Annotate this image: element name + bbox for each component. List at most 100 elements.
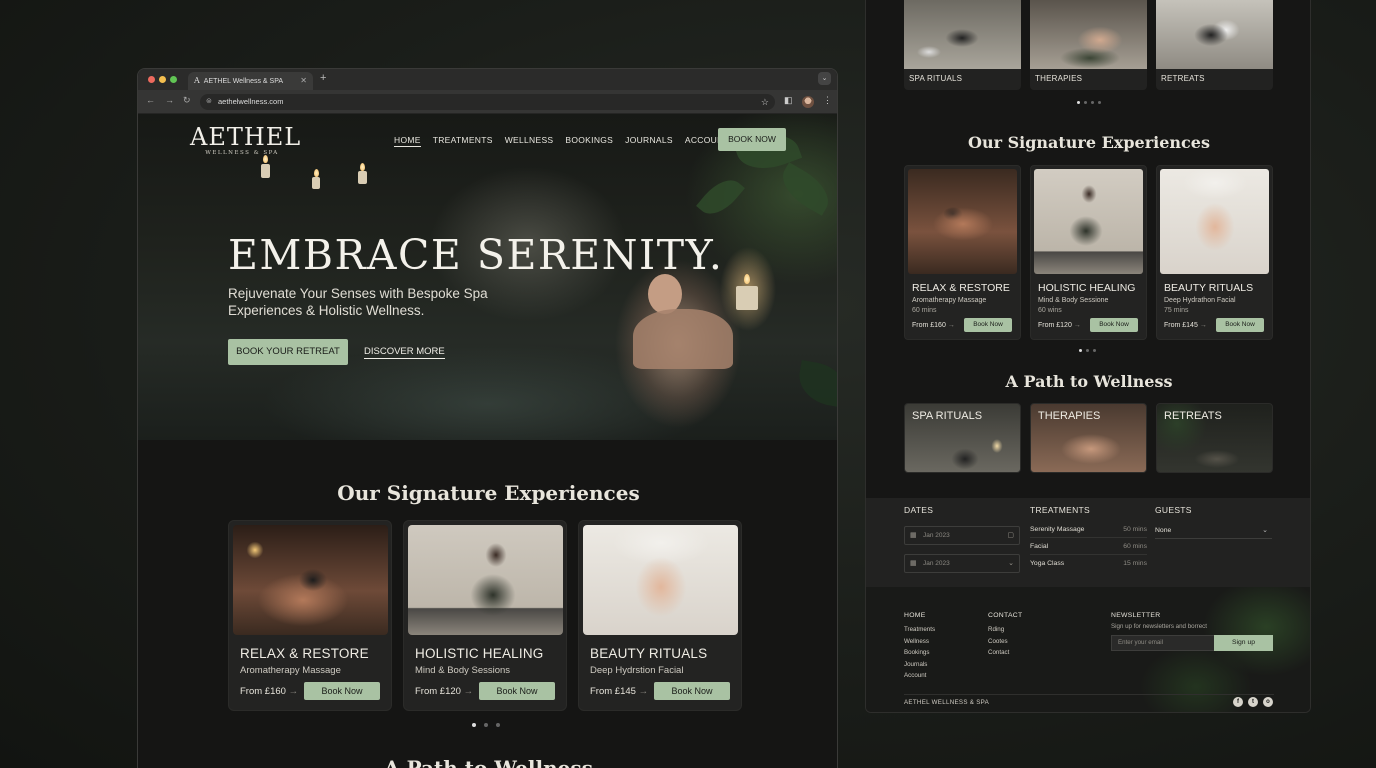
carousel-dot[interactable] <box>1086 349 1089 352</box>
site-logo[interactable]: AETHEL WELLNESS & SPA <box>190 123 302 156</box>
logo-wordmark: AETHEL <box>190 123 302 151</box>
end-date-field[interactable]: ▦ Jan 2023 ⌄ <box>904 554 1020 573</box>
card-price: From £145 → <box>590 686 649 697</box>
carousel-dot[interactable] <box>472 723 476 727</box>
path-tile-retreats[interactable]: RETREATS <box>1156 403 1273 473</box>
browser-tab[interactable]: A AETHEL Wellness & SPA ✕ <box>188 72 313 90</box>
card-duration: 75 mins <box>1164 307 1189 314</box>
nav-wellness[interactable]: WELLNESS <box>505 135 554 147</box>
signature-section-title: Our Signature Experiences <box>968 133 1210 152</box>
carousel-dot[interactable] <box>496 723 500 727</box>
guests-select[interactable]: None ⌄ <box>1155 522 1272 539</box>
tab-search-icon[interactable]: ⌄ <box>818 72 831 85</box>
profile-avatar[interactable] <box>802 96 814 108</box>
calendar-icon: ▦ <box>910 560 917 567</box>
category-card[interactable]: SPA RITUALS <box>904 0 1021 90</box>
facebook-icon[interactable]: f <box>1233 697 1243 707</box>
carousel-dot[interactable] <box>1098 101 1101 104</box>
nav-journals[interactable]: JOURNALS <box>625 135 673 147</box>
card-subtitle: Mind & Body Sessions <box>415 665 511 676</box>
new-tab-button[interactable]: + <box>320 72 326 84</box>
nav-home[interactable]: HOME <box>394 135 421 147</box>
maximize-window-icon[interactable] <box>170 76 177 83</box>
card-price: From £160 → <box>240 686 299 697</box>
path-tile-spa-rituals[interactable]: SPA RITUALS <box>904 403 1021 473</box>
plant-leaf-image <box>696 171 745 223</box>
treatment-option[interactable]: Serenity Massage 50 mins <box>1030 521 1147 538</box>
card-price: From £145 → <box>1164 322 1207 329</box>
start-date-value: Jan 2023 <box>923 532 950 539</box>
book-now-button[interactable]: Book Now <box>304 682 380 700</box>
card-subtitle: Deep Hydrathon Facial <box>1164 297 1236 304</box>
carousel-dot[interactable] <box>1084 101 1087 104</box>
close-tab-icon[interactable]: ✕ <box>300 72 307 90</box>
kebab-menu-icon[interactable]: ⋮ <box>823 95 832 106</box>
footer-link[interactable]: Journals <box>904 659 935 671</box>
bookmark-star-icon[interactable]: ☆ <box>761 94 769 110</box>
footer-link[interactable]: Wellness <box>904 636 935 648</box>
spa-stones-image <box>904 0 1021 69</box>
footer-link[interactable]: Cootes <box>988 636 1009 648</box>
newsletter-subtitle: Sign up for newsletters and borrect <box>1111 623 1207 630</box>
nav-treatments[interactable]: TREATMENTS <box>433 135 493 147</box>
treatment-duration: 15 mins <box>1123 560 1147 567</box>
treatment-name: Yoga Class <box>1030 560 1065 567</box>
footer-link[interactable]: Account <box>904 670 935 682</box>
carousel-dot[interactable] <box>484 723 488 727</box>
treatment-option[interactable]: Facial 60 mins <box>1030 538 1147 555</box>
meditation-pose-image <box>408 525 563 635</box>
treatment-option[interactable]: Yoga Class 15 mins <box>1030 555 1147 572</box>
carousel-dots <box>1079 349 1096 352</box>
candle-image <box>312 177 320 189</box>
twitter-icon[interactable]: t <box>1248 697 1258 707</box>
experience-card: RELAX & RESTORE Aromatherapy Massage Fro… <box>228 520 392 711</box>
carousel-dot[interactable] <box>1079 349 1082 352</box>
discover-more-link[interactable]: DISCOVER MORE <box>364 346 445 359</box>
book-now-button[interactable]: Book Now <box>1216 318 1264 332</box>
footer-home-links: Treatments Wellness Bookings Journals Ac… <box>904 624 935 682</box>
card-subtitle: Mind & Body Sessione <box>1038 297 1109 304</box>
tab-title: AETHEL Wellness & SPA <box>203 78 284 85</box>
footer-link[interactable]: Rding <box>988 624 1009 636</box>
book-now-button[interactable]: Book Now <box>1090 318 1138 332</box>
newsletter-email-input[interactable]: Enter your email <box>1111 635 1215 651</box>
back-icon[interactable]: ← <box>146 95 155 105</box>
minimize-window-icon[interactable] <box>159 76 166 83</box>
footer-home-heading[interactable]: HOME <box>904 612 926 619</box>
carousel-dot[interactable] <box>1093 349 1096 352</box>
card-title: RELAX & RESTORE <box>240 646 369 661</box>
book-now-button[interactable]: Book Now <box>479 682 555 700</box>
nav-book-now-button[interactable]: BOOK NOW <box>718 128 786 151</box>
newsletter-signup-button[interactable]: Sign up <box>1214 635 1273 651</box>
forward-icon[interactable]: → <box>165 95 174 105</box>
footer-link[interactable]: Bookings <box>904 647 935 659</box>
book-now-button[interactable]: Book Now <box>964 318 1012 332</box>
category-label: RETREATS <box>1161 74 1205 83</box>
instagram-icon[interactable]: o <box>1263 697 1273 707</box>
footer-link[interactable]: Contact <box>988 647 1009 659</box>
card-title: HOLISTIC HEALING <box>415 646 544 661</box>
treatment-duration: 60 mins <box>1123 543 1147 550</box>
reload-icon[interactable]: ↻ <box>183 95 191 106</box>
guests-value: None <box>1155 527 1172 534</box>
site-info-icon[interactable]: ⊜ <box>206 94 212 110</box>
book-retreat-button[interactable]: BOOK YOUR RETREAT <box>228 339 348 365</box>
carousel-dot[interactable] <box>1091 101 1094 104</box>
book-now-button[interactable]: Book Now <box>654 682 730 700</box>
plant-leaf-image <box>794 359 837 409</box>
category-card[interactable]: RETREATS <box>1156 0 1273 90</box>
url-field[interactable]: ⊜ aethelwellness.com ☆ <box>200 94 775 110</box>
calendar-icon: ▢ <box>1007 532 1014 539</box>
category-card[interactable]: THERAPIES <box>1030 0 1147 90</box>
facial-treatment-image <box>583 525 738 635</box>
hot-stone-massage-image <box>908 169 1017 274</box>
nav-bookings[interactable]: BOOKINGS <box>565 135 613 147</box>
side-panel-icon[interactable]: ◧ <box>784 95 793 106</box>
carousel-dot[interactable] <box>1077 101 1080 104</box>
flame-image <box>360 163 365 171</box>
close-window-icon[interactable] <box>148 76 155 83</box>
hero-section: AETHEL WELLNESS & SPA HOME TREATMENTS WE… <box>138 114 837 440</box>
start-date-field[interactable]: ▦ Jan 2023 ▢ <box>904 526 1020 545</box>
footer-link[interactable]: Treatments <box>904 624 935 636</box>
path-tile-therapies[interactable]: THERAPIES <box>1030 403 1147 473</box>
